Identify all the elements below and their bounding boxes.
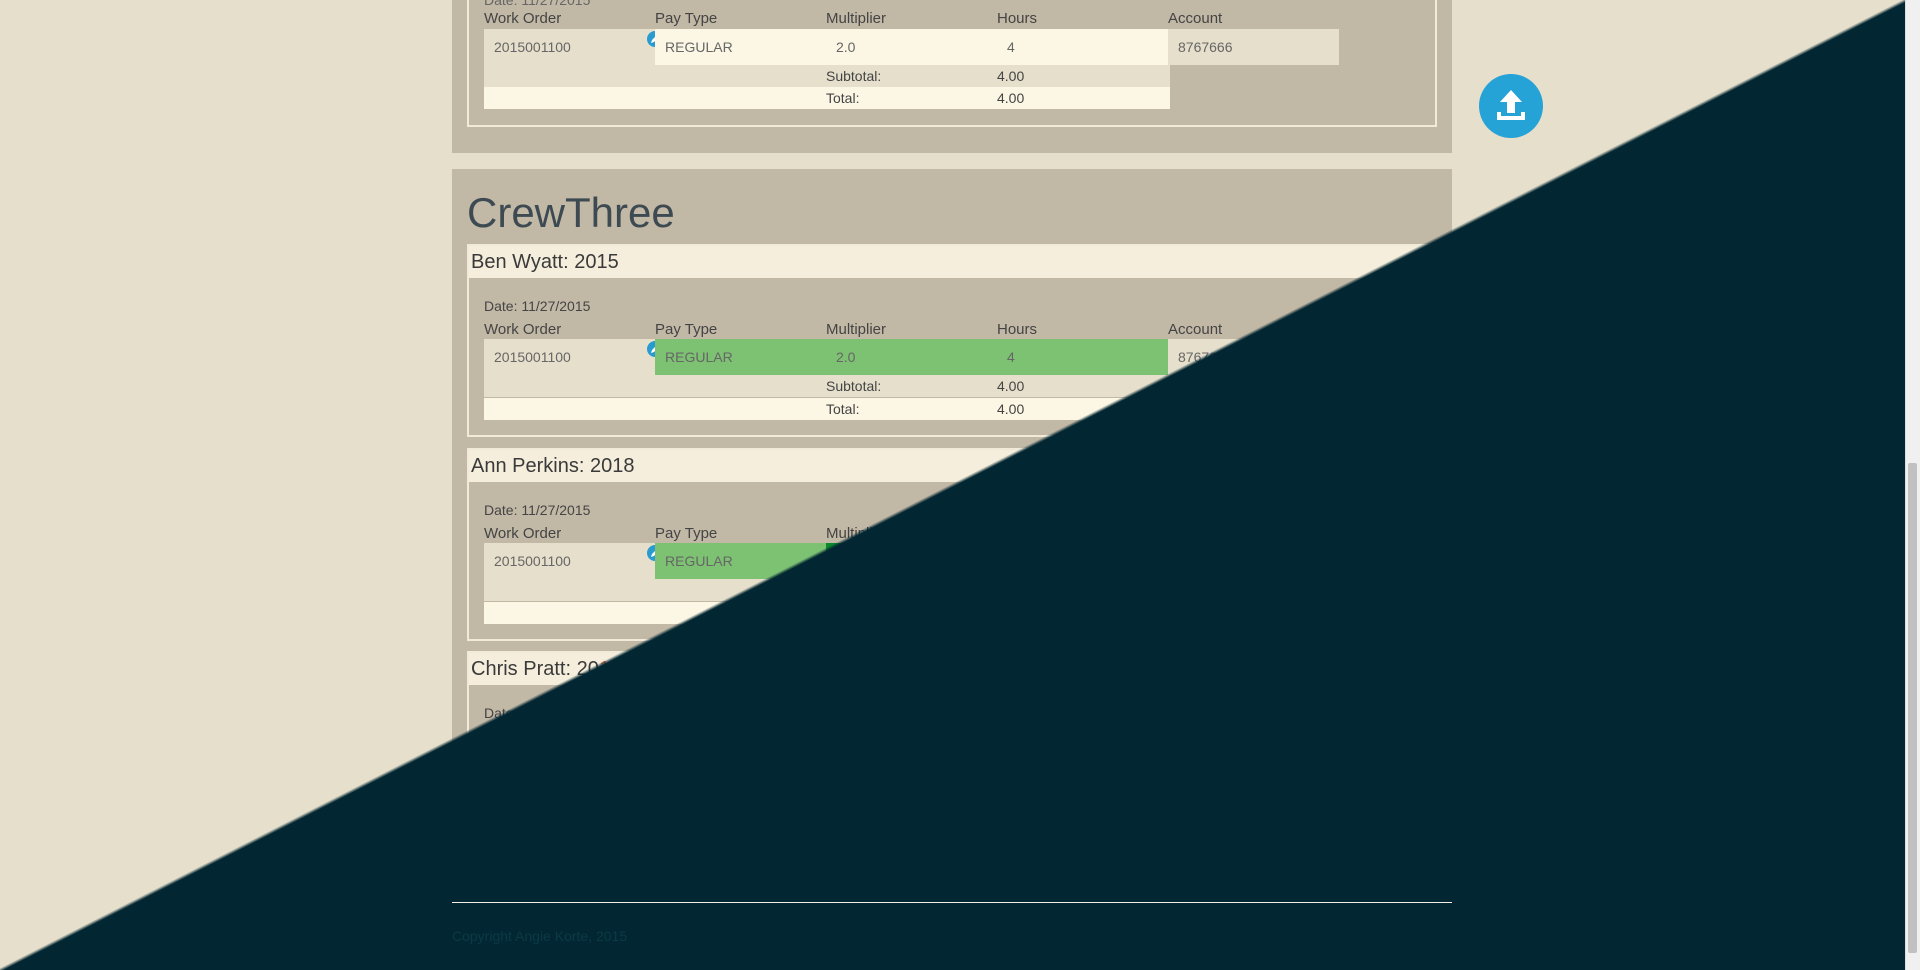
subtotal-value: 4.00: [997, 582, 1025, 598]
date-row: Date: 11/27/2015: [484, 502, 590, 518]
hours-cell[interactable]: 4: [997, 746, 1168, 782]
header-work-order: Work Order: [484, 10, 562, 27]
header-hours: Hours: [997, 525, 1038, 542]
header-account: Account: [1168, 321, 1223, 338]
header-work-order: Work Order: [484, 321, 562, 338]
multiplier-cell[interactable]: 2.0: [826, 746, 997, 782]
date-label: Date: 11/27/2015: [484, 0, 591, 8]
crew-title: CrewThree: [467, 189, 675, 236]
employee-card-previous: Date: 11/27/2015 Work Order Pay Type Mul…: [467, 0, 1437, 127]
hours-cell[interactable]: 4: [997, 339, 1168, 375]
total-label: Total:: [826, 605, 860, 621]
total-value: 4.00: [997, 401, 1025, 417]
total-value: 4.00: [997, 90, 1025, 106]
pay-type-cell[interactable]: REGULAR: [655, 543, 826, 579]
work-order-cell[interactable]: 2015001100: [484, 543, 655, 579]
work-order-cell[interactable]: 2015001100: [484, 746, 655, 782]
footer-divider: [452, 902, 1452, 903]
date-label: Date:: [484, 502, 518, 518]
header-hours: Hours: [997, 728, 1038, 745]
header-multiplier: Multiplier: [826, 525, 887, 542]
account-cell[interactable]: 8767666: [1168, 339, 1339, 375]
header-multiplier: Multiplier: [826, 728, 887, 745]
header-pay-type: Pay Type: [655, 10, 718, 27]
subtotal-row: Subtotal: 4.00: [484, 65, 1170, 87]
employee-heading: Chris Pratt: 2018: [469, 653, 1435, 685]
employee-heading: Ben Wyatt: 2015: [469, 246, 1435, 278]
subtotal-value: 4.00: [997, 378, 1025, 394]
footer-copyright: Copyright Angie Korte, 2015: [452, 928, 628, 944]
upload-icon: [1497, 90, 1525, 120]
multiplier-selected-text: 2.0: [836, 553, 860, 569]
pay-type-cell[interactable]: REGULAR: [655, 746, 826, 782]
header-account: Account: [1168, 728, 1223, 745]
multiplier-cell[interactable]: 2.0: [826, 339, 997, 375]
account-cell[interactable]: 8767666: [1168, 543, 1339, 579]
subtotal-row: Subtotal: 4.00: [484, 579, 1170, 601]
header-multiplier: Multiplier: [826, 321, 887, 338]
date-label: Date:: [484, 705, 518, 721]
date-value: 11/27/2015: [521, 705, 591, 721]
total-value: 4.00: [997, 605, 1025, 621]
header-hours: Hours: [997, 321, 1038, 338]
total-label: Total:: [826, 808, 860, 824]
date-row: Date: 11/27/2015: [484, 705, 590, 721]
header-work-order: Work Order: [484, 728, 562, 745]
crew-panel: CrewThree Ben Wyatt: 2015 Date: 11/27/20…: [452, 169, 1452, 867]
work-order-cell[interactable]: 2015001100: [484, 339, 655, 375]
pay-type-cell[interactable]: REGULAR: [655, 339, 826, 375]
header-account: Account: [1168, 10, 1223, 27]
date-row: Date: 11/27/2015: [484, 298, 590, 314]
subtotal-label: Subtotal:: [826, 785, 882, 801]
date-value: 11/27/2015: [521, 502, 591, 518]
employee-card: Chris Pratt: 2018 Date: 11/27/2015 Work …: [467, 651, 1437, 844]
date-value: 11/27/2015: [521, 298, 591, 314]
header-pay-type: Pay Type: [655, 525, 718, 542]
multiplier-cell[interactable]: 2.0: [826, 29, 997, 65]
total-row: Total: 4.00: [484, 602, 1170, 624]
subtotal-label: Subtotal:: [826, 378, 882, 394]
date-label: Date:: [484, 298, 518, 314]
header-work-order: Work Order: [484, 525, 562, 542]
header-hours: Hours: [997, 10, 1038, 27]
total-row: Total: 4.00: [484, 87, 1170, 109]
hours-cell[interactable]: 4: [997, 543, 1168, 579]
total-row: Total: 4.00: [484, 805, 1170, 827]
header-multiplier: Multiplier: [826, 10, 887, 27]
subtotal-value: 4.00: [997, 68, 1025, 84]
scrollbar-thumb[interactable]: [1908, 463, 1917, 953]
pay-type-cell[interactable]: REGULAR: [655, 29, 826, 65]
employee-card: Ann Perkins: 2018 Date: 11/27/2015 Work …: [467, 448, 1437, 641]
account-cell[interactable]: 8767666: [1168, 29, 1339, 65]
page: Date: 11/27/2015 Work Order Pay Type Mul…: [0, 0, 1906, 970]
multiplier-input-active[interactable]: 2.0: [826, 543, 997, 579]
total-row: Total: 4.00: [484, 398, 1170, 420]
employee-heading: Ann Perkins: 2018: [469, 450, 1435, 482]
account-cell[interactable]: 8767666: [1168, 746, 1339, 782]
header-pay-type: Pay Type: [655, 728, 718, 745]
header-account: Account: [1168, 525, 1223, 542]
employee-name: Chris Pratt: 20: [471, 658, 599, 680]
crew-panel-previous: Date: 11/27/2015 Work Order Pay Type Mul…: [452, 0, 1452, 153]
total-label: Total:: [826, 90, 860, 106]
total-label: Total:: [826, 401, 860, 417]
subtotal-row: Subtotal: 4.00: [484, 782, 1170, 804]
subtotal-label: Subtotal:: [826, 68, 882, 84]
vertical-scrollbar[interactable]: [1905, 0, 1920, 970]
subtotal-label: Subtotal:: [826, 582, 882, 598]
subtotal-row: Subtotal: 4.00: [484, 375, 1170, 397]
employee-id-error: 18: [598, 658, 622, 680]
subtotal-value: 4.00: [997, 785, 1025, 801]
employee-card: Ben Wyatt: 2015 Date: 11/27/2015 Work Or…: [467, 244, 1437, 437]
hours-cell[interactable]: 4: [997, 29, 1168, 65]
upload-button[interactable]: [1479, 74, 1543, 138]
total-value: 4.00: [997, 808, 1025, 824]
header-pay-type: Pay Type: [655, 321, 718, 338]
work-order-cell[interactable]: 2015001100: [484, 29, 655, 65]
